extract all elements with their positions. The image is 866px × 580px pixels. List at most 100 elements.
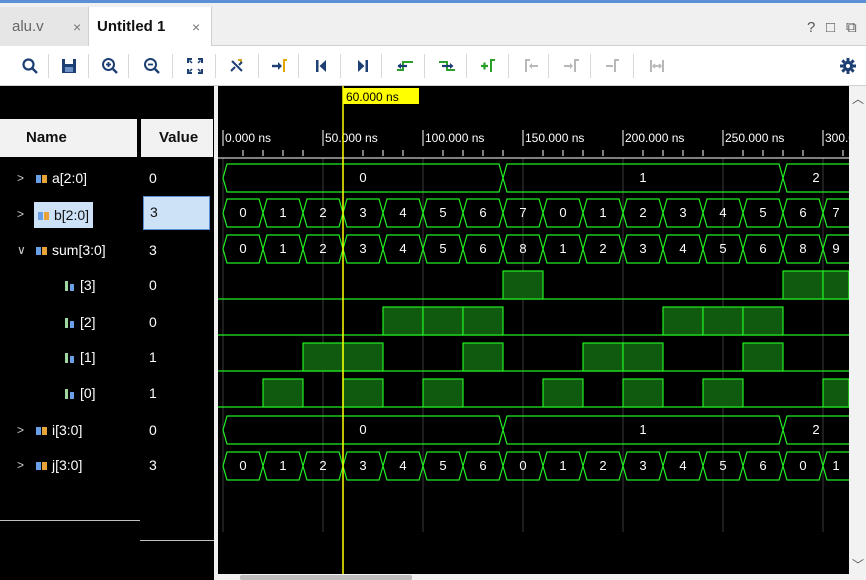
expand-chevron-icon[interactable]: > [17, 204, 24, 224]
waveform-canvas[interactable]: 0.000 ns 50.000 ns 100.000 ns 150.000 ns 200… [218, 86, 849, 574]
float-window-icon[interactable]: ⧉ [846, 19, 857, 36]
bus-value-label: 8 [519, 241, 526, 256]
bus-value-label: 1 [639, 170, 646, 185]
vertical-scrollbar[interactable]: ︿ ﹀ [849, 86, 866, 580]
bit-high-pulse [742, 342, 784, 372]
bit-high-pulse [662, 306, 704, 336]
bus-value-label: 2 [319, 458, 326, 473]
ruler-tick-label: 50.000 ns [325, 131, 378, 145]
zoom-out-icon[interactable] [138, 52, 166, 80]
bus-value-label: 0 [239, 458, 246, 473]
bus-value-label: 2 [812, 170, 819, 185]
swap-markers-icon[interactable] [599, 52, 627, 80]
swap-cursor-icon[interactable] [223, 52, 251, 80]
horizontal-scrollbar[interactable] [218, 574, 849, 580]
ruler-tick-label: 250.000 ns [725, 131, 784, 145]
bus-value-label: 6 [759, 458, 766, 473]
ruler-tick-label: 300.000 ns [825, 131, 849, 145]
expand-chevron-icon[interactable]: > [17, 168, 24, 188]
collapse-chevron-icon[interactable]: ∨ [17, 240, 26, 260]
bit-high-pulse [462, 342, 504, 372]
bus-signal-icon [36, 462, 47, 471]
scroll-down-icon[interactable]: ﹀ [852, 556, 864, 573]
editor-tab-bar: alu.v × Untitled 1 × ? □ ⧉ [0, 0, 866, 47]
bit-high-pulse [422, 306, 464, 336]
go-to-cursor-icon[interactable] [265, 52, 293, 80]
name-column-header[interactable]: Name [0, 119, 137, 157]
bit-high-pulse [782, 270, 824, 300]
bit-high-pulse [622, 378, 664, 408]
bit-high-pulse [822, 378, 849, 408]
signal-value-b-selected[interactable]: 3 [143, 196, 210, 230]
next-transition-icon[interactable] [433, 52, 461, 80]
expand-chevron-icon[interactable]: > [17, 420, 24, 440]
input-bus-icon [38, 212, 49, 221]
signal-name-j[interactable]: j[3:0] [36, 455, 82, 475]
zoom-in-icon[interactable] [96, 52, 124, 80]
close-icon[interactable]: × [73, 7, 81, 47]
bus-value-label: 0 [239, 205, 246, 220]
signal-value-sum: 3 [149, 242, 157, 258]
bus-value-label: 2 [319, 241, 326, 256]
signal-value-j: 3 [149, 457, 157, 473]
signal-value-sum-1: 1 [149, 349, 157, 365]
bus-value-label: 2 [319, 205, 326, 220]
bus-value-label: 0 [519, 458, 526, 473]
signal-name-sum-0[interactable]: [0] [64, 383, 96, 403]
bus-value-label: 3 [679, 205, 686, 220]
bus-value-label: 0 [359, 170, 366, 185]
previous-transition-icon[interactable] [391, 52, 419, 80]
value-column-header[interactable]: Value [141, 119, 213, 157]
signal-name-i[interactable]: i[3:0] [36, 420, 82, 440]
signal-name-a[interactable]: a[2:0] [36, 168, 87, 188]
bus-value-label: 6 [759, 241, 766, 256]
settings-gear-icon[interactable] [834, 52, 862, 80]
bit-signal-icon [65, 389, 74, 400]
signal-name-sum-1[interactable]: [1] [64, 347, 96, 367]
scroll-up-icon[interactable]: ︿ [852, 90, 864, 107]
add-marker-icon[interactable] [474, 52, 502, 80]
bus-value-label: 1 [559, 241, 566, 256]
bus-value-label: 3 [359, 458, 366, 473]
bus-value-label: 6 [479, 205, 486, 220]
bit-high-pulse [382, 306, 424, 336]
bus-value-label: 1 [599, 205, 606, 220]
save-icon[interactable] [55, 52, 83, 80]
zoom-fit-icon[interactable] [181, 52, 209, 80]
bit-high-pulse [702, 306, 744, 336]
tab-alu-v[interactable]: alu.v × [0, 7, 88, 47]
bus-value-label: 6 [479, 241, 486, 256]
signal-name-sum-2[interactable]: [2] [64, 312, 96, 332]
bus-value-label: 0 [239, 241, 246, 256]
bit-high-pulse [542, 378, 584, 408]
cursor-time-label: 60.000 ns [346, 90, 399, 104]
search-icon[interactable] [16, 52, 44, 80]
next-marker-icon[interactable] [557, 52, 585, 80]
bus-value-label: 5 [439, 241, 446, 256]
restore-icon[interactable]: □ [826, 19, 835, 36]
signal-name-sum-3[interactable]: [3] [64, 275, 96, 295]
go-to-start-icon[interactable] [307, 52, 335, 80]
bus-value-label: 3 [639, 241, 646, 256]
expand-chevron-icon[interactable]: > [17, 455, 24, 475]
previous-marker-icon[interactable] [517, 52, 545, 80]
bus-value-label: 4 [399, 205, 406, 220]
bus-value-label: 0 [359, 422, 366, 437]
go-to-end-icon[interactable] [349, 52, 377, 80]
signal-name-sum[interactable]: sum[3:0] [36, 240, 106, 260]
bus-value-label: 4 [399, 241, 406, 256]
bit-high-pulse [702, 378, 744, 408]
bus-value-label: 2 [599, 241, 606, 256]
help-icon[interactable]: ? [807, 19, 815, 36]
delta-marker-icon[interactable] [643, 52, 671, 80]
bus-value-label: 1 [279, 205, 286, 220]
bus-value-label: 1 [279, 458, 286, 473]
tab-untitled-1[interactable]: Untitled 1 × [88, 7, 212, 47]
waveform-toolbar [0, 46, 866, 86]
close-icon[interactable]: × [192, 7, 200, 47]
bit-high-pulse [262, 378, 304, 408]
bus-value-label: 0 [559, 205, 566, 220]
horizontal-scroll-thumb[interactable] [240, 575, 412, 580]
bus-value-label: 4 [679, 458, 686, 473]
signal-name-b[interactable]: b[2:0] [34, 202, 94, 228]
